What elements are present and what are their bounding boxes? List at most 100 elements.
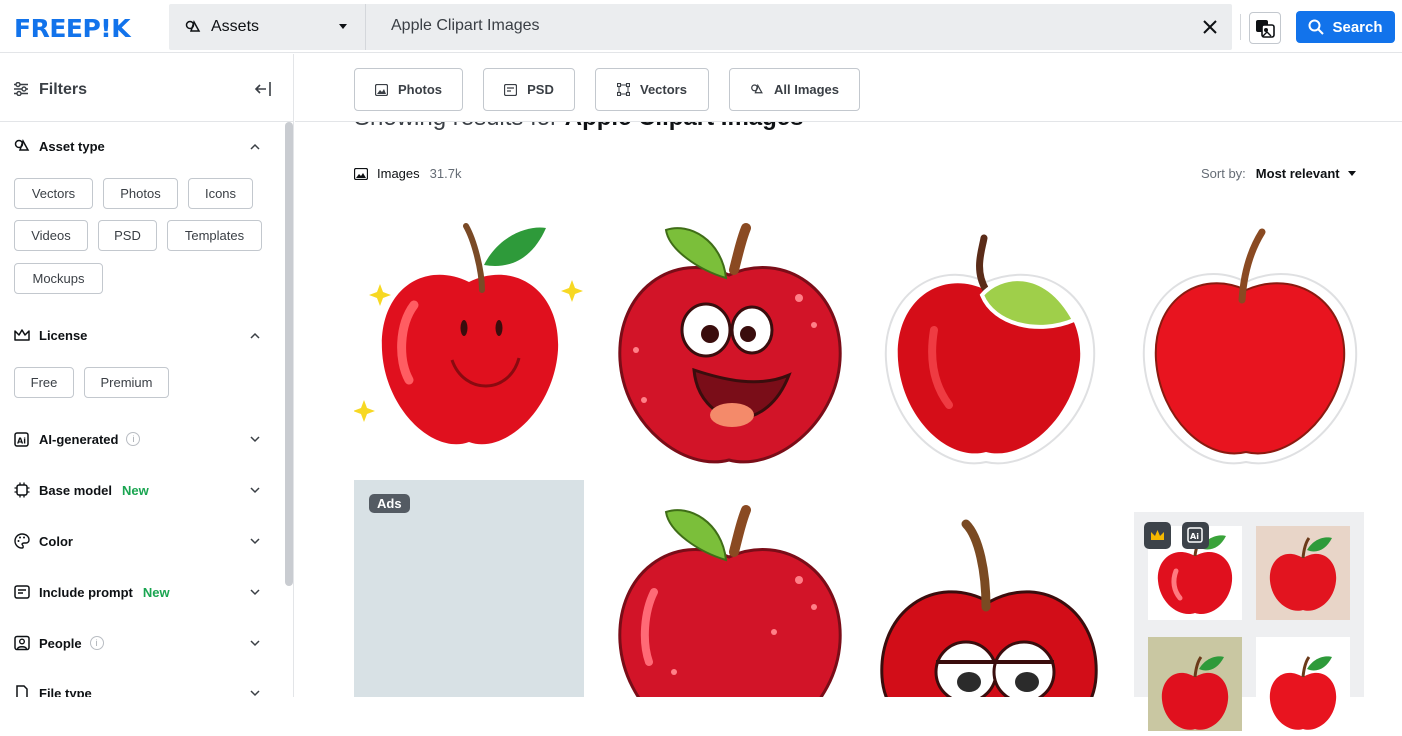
search-button-label: Search xyxy=(1332,18,1383,36)
chevron-down-icon[interactable] xyxy=(250,434,260,444)
new-badge: New xyxy=(142,584,170,600)
sort-label: Sort by: xyxy=(1201,166,1246,181)
crown-icon xyxy=(1151,530,1164,540)
top-header: FREEP!K Assets Search xyxy=(0,0,1402,53)
chip-psd[interactable]: PSD xyxy=(98,220,157,251)
tab-label: Vectors xyxy=(640,82,687,97)
tab-psd[interactable]: PSD xyxy=(483,68,575,111)
asset-tabs: Photos PSD Vectors All Images xyxy=(295,54,1402,122)
section-include-prompt[interactable]: Include prompt New xyxy=(14,584,170,600)
shapes-icon xyxy=(185,20,201,32)
asset-type-select[interactable]: Assets xyxy=(169,4,366,50)
section-label: License xyxy=(39,327,88,343)
file-icon xyxy=(16,685,28,697)
ai-sparkle-icon: Ai xyxy=(14,432,29,447)
chevron-down-icon[interactable] xyxy=(250,485,260,495)
chip-premium[interactable]: Premium xyxy=(84,367,169,398)
section-color[interactable]: Color xyxy=(14,533,73,549)
section-label: Color xyxy=(39,533,73,549)
sliders-icon xyxy=(14,82,28,96)
section-ai-generated[interactable]: Ai AI-generated i xyxy=(14,431,141,447)
collection-tile xyxy=(1148,637,1242,731)
result-card[interactable] xyxy=(354,210,584,465)
person-icon xyxy=(14,635,30,651)
svg-text:Ai: Ai xyxy=(1190,532,1199,541)
section-label: AI-generated xyxy=(39,431,119,447)
section-label: File type xyxy=(39,685,92,698)
clear-search-icon[interactable] xyxy=(1201,18,1219,36)
ads-card[interactable]: Ads xyxy=(354,480,584,697)
info-icon[interactable]: i xyxy=(89,636,104,650)
images-count: 31.7k xyxy=(429,166,462,181)
apple-sticker-image xyxy=(884,234,1096,465)
chevron-up-icon[interactable] xyxy=(250,331,260,341)
tab-all-images[interactable]: All Images xyxy=(729,68,860,111)
collection-tile xyxy=(1256,637,1350,731)
asset-select-label: Assets xyxy=(211,18,260,35)
search-bar: Assets xyxy=(169,4,1232,50)
vector-icon xyxy=(617,83,630,96)
image-search-icon xyxy=(1256,20,1275,38)
tab-vectors[interactable]: Vectors xyxy=(595,68,709,111)
section-people[interactable]: People i xyxy=(14,635,104,651)
header-divider xyxy=(1240,14,1241,40)
sort-control[interactable]: Sort by: Most relevant xyxy=(1201,166,1356,181)
search-input[interactable] xyxy=(391,17,1171,35)
result-card[interactable] xyxy=(874,512,1104,697)
section-license[interactable]: License xyxy=(14,327,87,343)
chip-videos[interactable]: Videos xyxy=(14,220,88,251)
chip-templates[interactable]: Templates xyxy=(167,220,262,251)
section-base-model[interactable]: Base model New xyxy=(14,482,149,498)
section-label: People xyxy=(39,635,82,651)
sidebar-scrollbar[interactable] xyxy=(285,122,293,586)
filters-sidebar: Filters Asset type Vectors Photos Icons … xyxy=(0,54,294,697)
result-card[interactable] xyxy=(1134,210,1364,472)
caret-down-icon xyxy=(339,24,347,29)
ai-badge: Ai xyxy=(1182,522,1209,549)
chip-mockups[interactable]: Mockups xyxy=(14,263,103,294)
chevron-down-icon[interactable] xyxy=(250,638,260,648)
collapse-sidebar-icon[interactable] xyxy=(254,81,272,97)
image-search-button[interactable] xyxy=(1249,12,1281,44)
section-label: Include prompt xyxy=(39,584,133,600)
section-file-type[interactable]: File type xyxy=(14,685,92,697)
tab-photos[interactable]: Photos xyxy=(354,68,463,111)
apple-image xyxy=(1269,656,1337,730)
section-asset-type[interactable]: Asset type xyxy=(14,138,105,154)
chip-icons[interactable]: Icons xyxy=(188,178,253,209)
chip-vectors[interactable]: Vectors xyxy=(14,178,93,209)
section-label: Asset type xyxy=(39,138,105,154)
info-icon[interactable]: i xyxy=(126,432,141,446)
chevron-down-icon[interactable] xyxy=(250,536,260,546)
chevron-down-icon[interactable] xyxy=(250,688,260,697)
caret-down-icon xyxy=(1347,171,1356,176)
result-card[interactable] xyxy=(874,210,1104,472)
chip-free[interactable]: Free xyxy=(14,367,74,398)
collection-card[interactable]: Ai xyxy=(1134,512,1364,731)
apple-laughing-image xyxy=(618,223,842,464)
result-card[interactable] xyxy=(614,492,844,697)
new-badge: New xyxy=(121,482,149,498)
search-button[interactable]: Search xyxy=(1296,11,1395,43)
filters-header: Filters xyxy=(0,54,293,122)
photo-icon xyxy=(374,83,388,96)
freepik-logo[interactable]: FREEP!K xyxy=(14,14,131,43)
chip-photos[interactable]: Photos xyxy=(103,178,178,209)
images-icon xyxy=(354,167,368,180)
prompt-icon xyxy=(14,585,30,599)
filters-title: Filters xyxy=(39,81,88,98)
apple-image xyxy=(1269,537,1337,611)
chevron-up-icon[interactable] xyxy=(250,142,260,152)
chevron-down-icon[interactable] xyxy=(250,587,260,597)
crown-icon xyxy=(14,329,30,341)
result-card[interactable] xyxy=(614,210,844,472)
collection-tile xyxy=(1256,526,1350,620)
shapes-icon xyxy=(14,139,30,151)
tab-label: PSD xyxy=(527,82,554,97)
search-icon xyxy=(1308,19,1325,35)
apple-sleepy-image xyxy=(880,519,1098,697)
section-label: Base model xyxy=(39,482,112,498)
apple-glossy-image xyxy=(618,505,842,697)
svg-text:Ai: Ai xyxy=(17,437,26,446)
apple-image xyxy=(1161,656,1229,730)
